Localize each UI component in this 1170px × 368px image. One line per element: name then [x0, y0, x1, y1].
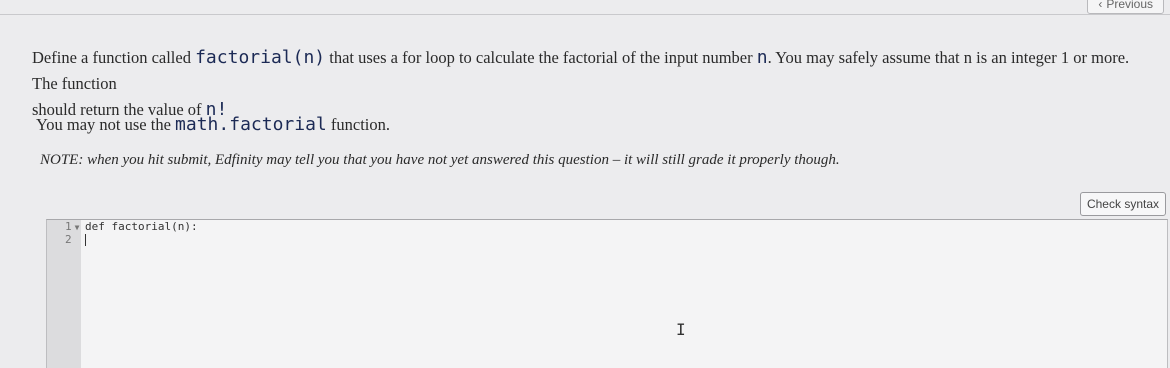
- question-text-part: function.: [326, 115, 391, 134]
- inline-code-n: n: [756, 47, 768, 68]
- code-editor[interactable]: 1 ▼ 2 def factorial(n):: [46, 219, 1168, 368]
- question-paragraph-1: Define a function called factorial(n) th…: [32, 45, 1157, 97]
- question-paragraph-2: You may not use the math.factorial funct…: [36, 114, 390, 135]
- line-number-gutter: 1 ▼ 2: [47, 220, 81, 368]
- inline-code-math-factorial: math.factorial: [175, 114, 327, 135]
- line-number: 2: [65, 233, 72, 246]
- previous-label: Previous: [1106, 0, 1153, 11]
- question-text: Define a function called factorial(n) th…: [32, 45, 1157, 123]
- question-text-part: You may not use the: [36, 115, 176, 134]
- question-text-part: Define a function called: [32, 48, 196, 67]
- fold-arrow-icon[interactable]: ▼: [75, 223, 80, 232]
- question-text-part: that uses a for loop to calculate the fa…: [325, 48, 757, 67]
- top-divider: [0, 14, 1170, 15]
- note-text: NOTE: when you hit submit, Edfinity may …: [40, 152, 840, 168]
- code-line[interactable]: def factorial(n):: [85, 220, 1167, 233]
- code-line[interactable]: [85, 233, 1167, 246]
- text-cursor: [85, 234, 86, 246]
- line-number: 1 ▼: [65, 220, 80, 233]
- chevron-left-icon: ‹: [1098, 0, 1103, 11]
- check-syntax-button[interactable]: Check syntax: [1079, 192, 1166, 216]
- ibeam-cursor-icon: I: [676, 320, 686, 339]
- inline-code-function: factorial(n): [195, 47, 326, 68]
- code-text-area[interactable]: def factorial(n):: [85, 220, 1167, 368]
- previous-button[interactable]: ‹ Previous: [1087, 0, 1164, 14]
